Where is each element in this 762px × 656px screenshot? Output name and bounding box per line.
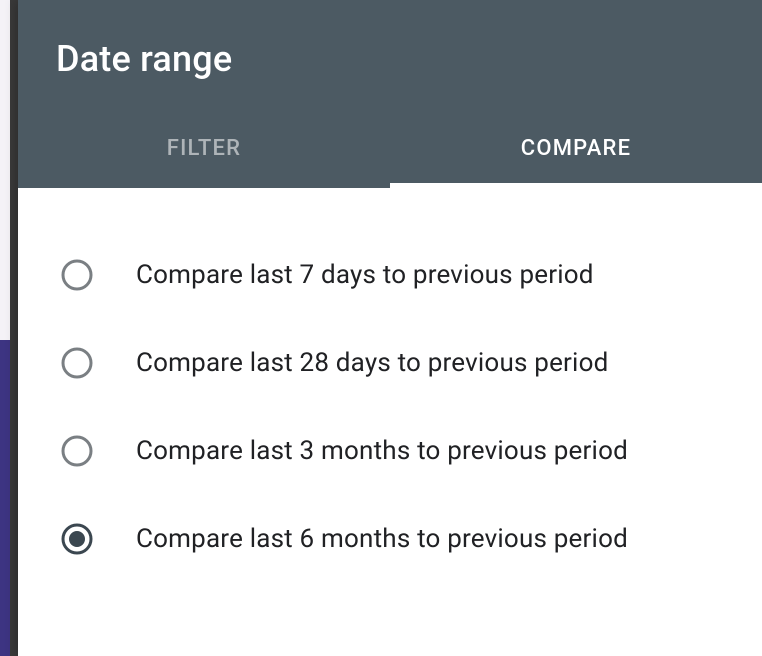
option-last-28-days[interactable]: Compare last 28 days to previous period: [60, 346, 742, 380]
option-label: Compare last 6 months to previous period: [136, 524, 628, 554]
radio-icon: [60, 434, 94, 468]
option-label: Compare last 28 days to previous period: [136, 348, 608, 378]
tab-compare[interactable]: COMPARE: [390, 116, 762, 188]
radio-icon-selected: [60, 522, 94, 556]
background-page-strip-dark: [0, 340, 10, 656]
radio-icon: [60, 258, 94, 292]
panel-header: Date range FILTER COMPARE: [18, 0, 762, 188]
option-last-3-months[interactable]: Compare last 3 months to previous period: [60, 434, 742, 468]
tabs: FILTER COMPARE: [18, 116, 762, 188]
tab-filter[interactable]: FILTER: [18, 116, 390, 188]
compare-options-list: Compare last 7 days to previous period C…: [18, 188, 762, 556]
panel-title: Date range: [18, 38, 762, 116]
radio-icon: [60, 346, 94, 380]
option-last-7-days[interactable]: Compare last 7 days to previous period: [60, 258, 742, 292]
option-label: Compare last 7 days to previous period: [136, 260, 594, 290]
date-range-panel: Date range FILTER COMPARE Compare last 7…: [18, 0, 762, 656]
option-label: Compare last 3 months to previous period: [136, 436, 628, 466]
option-last-6-months[interactable]: Compare last 6 months to previous period: [60, 522, 742, 556]
